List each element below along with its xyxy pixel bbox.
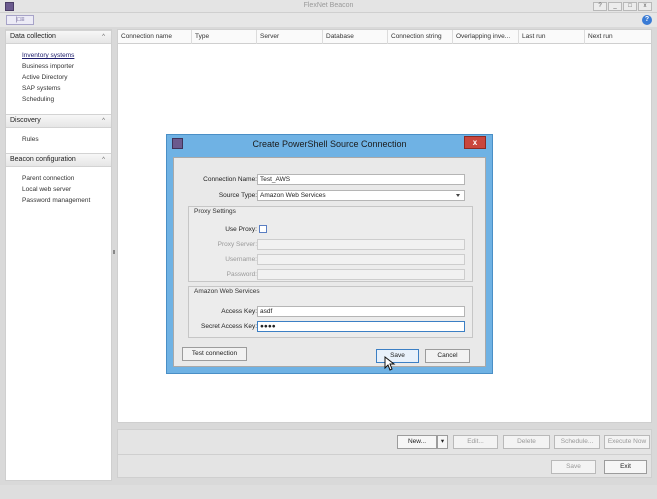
new-button[interactable]: New... [397, 435, 437, 449]
chevron-up-icon[interactable]: ^ [102, 115, 105, 127]
help-button[interactable]: ? [593, 2, 607, 11]
toolbar: |□≡ ? [0, 13, 657, 27]
chevron-up-icon[interactable]: ^ [102, 154, 105, 166]
sidebar-item-sap-systems[interactable]: SAP systems [22, 85, 61, 92]
column-header-last-run[interactable]: Last run [518, 30, 584, 44]
secret-access-key-input[interactable]: ●●●● [257, 321, 465, 332]
column-header-database[interactable]: Database [322, 30, 387, 44]
new-dropdown-button[interactable]: ▾ [437, 435, 448, 449]
sidebar-item-local-web-server[interactable]: Local web server [22, 186, 71, 193]
window-titlebar: FlexNet Beacon ? _ □ x [0, 0, 657, 13]
window-controls: ? _ □ x [593, 2, 652, 11]
section-beacon-configuration[interactable]: Beacon configuration ^ [6, 153, 111, 167]
close-button[interactable]: x [638, 2, 652, 11]
sidebar-item-business-importer[interactable]: Business importer [22, 63, 74, 70]
exit-button[interactable]: Exit [604, 460, 647, 474]
status-bar [0, 485, 657, 499]
mouse-cursor-icon [384, 356, 396, 371]
save-button[interactable]: Save [551, 460, 596, 474]
column-header-server[interactable]: Server [256, 30, 322, 44]
proxy-server-label: Proxy Server: [217, 241, 257, 248]
secret-access-key-label: Secret Access Key: [201, 323, 257, 330]
username-input[interactable] [257, 254, 465, 265]
column-header-connection-name[interactable]: Connection name [118, 30, 191, 44]
column-header-overlapping-inventory[interactable]: Overlapping inve... [452, 30, 518, 44]
column-header-next-run[interactable]: Next run [584, 30, 651, 44]
section-label: Discovery [10, 117, 41, 124]
window-title: FlexNet Beacon [303, 2, 354, 9]
username-label: Username: [225, 256, 257, 263]
question-icon[interactable]: ? [642, 15, 652, 25]
app-menu-button[interactable]: |□≡ [6, 15, 34, 25]
group-title: Amazon Web Services [194, 288, 260, 295]
use-proxy-label: Use Proxy: [225, 226, 257, 233]
splitter-handle[interactable] [113, 250, 115, 254]
connection-name-input[interactable]: Test_AWS [257, 174, 465, 185]
proxy-server-input[interactable] [257, 239, 465, 250]
divider [118, 454, 651, 455]
password-input[interactable] [257, 269, 465, 280]
schedule-button[interactable]: Schedule... [554, 435, 600, 449]
column-header-type[interactable]: Type [191, 30, 256, 44]
section-discovery[interactable]: Discovery ^ [6, 114, 111, 128]
sidebar-item-inventory-systems[interactable]: Inventory systems [22, 52, 74, 59]
bottom-button-bar: New... ▾ Edit... Delete Schedule... Exec… [117, 429, 652, 478]
dialog-title: Create PowerShell Source Connection [252, 139, 407, 149]
section-label: Beacon configuration [10, 156, 76, 163]
dialog-close-button[interactable]: x [464, 136, 486, 149]
sidebar-item-rules[interactable]: Rules [22, 136, 39, 143]
dialog-body: Connection Name: Test_AWS Source Type: A… [173, 157, 486, 367]
sidebar-item-password-management[interactable]: Password management [22, 197, 90, 204]
column-header-connection-string[interactable]: Connection string [387, 30, 452, 44]
chevron-up-icon[interactable]: ^ [102, 31, 105, 43]
dialog-cancel-button[interactable]: Cancel [425, 349, 470, 363]
password-label: Password: [226, 271, 257, 278]
section-label: Data collection [10, 33, 56, 40]
execute-now-button[interactable]: Execute Now [604, 435, 650, 449]
access-key-input[interactable]: asdf [257, 306, 465, 317]
source-type-select[interactable]: Amazon Web Services [257, 190, 465, 201]
section-data-collection[interactable]: Data collection ^ [6, 30, 111, 44]
access-key-label: Access Key: [221, 308, 257, 315]
sidebar-item-parent-connection[interactable]: Parent connection [22, 175, 74, 182]
sidebar-item-active-directory[interactable]: Active Directory [22, 74, 68, 81]
edit-button[interactable]: Edit... [453, 435, 498, 449]
test-connection-button[interactable]: Test connection [182, 347, 247, 361]
dialog-save-button[interactable]: Save [376, 349, 419, 363]
grid-header: Connection name Type Server Database Con… [118, 30, 651, 44]
source-type-label: Source Type: [218, 192, 257, 199]
create-connection-dialog: Create PowerShell Source Connection x Co… [166, 134, 493, 374]
minimize-button[interactable]: _ [608, 2, 622, 11]
sidebar-item-scheduling[interactable]: Scheduling [22, 96, 54, 103]
group-title: Proxy Settings [194, 208, 236, 215]
use-proxy-checkbox[interactable] [259, 225, 267, 233]
maximize-button[interactable]: □ [623, 2, 637, 11]
sidebar: Data collection ^ Inventory systems Busi… [5, 29, 112, 481]
delete-button[interactable]: Delete [503, 435, 550, 449]
connection-name-label: Connection Name: [203, 176, 257, 183]
